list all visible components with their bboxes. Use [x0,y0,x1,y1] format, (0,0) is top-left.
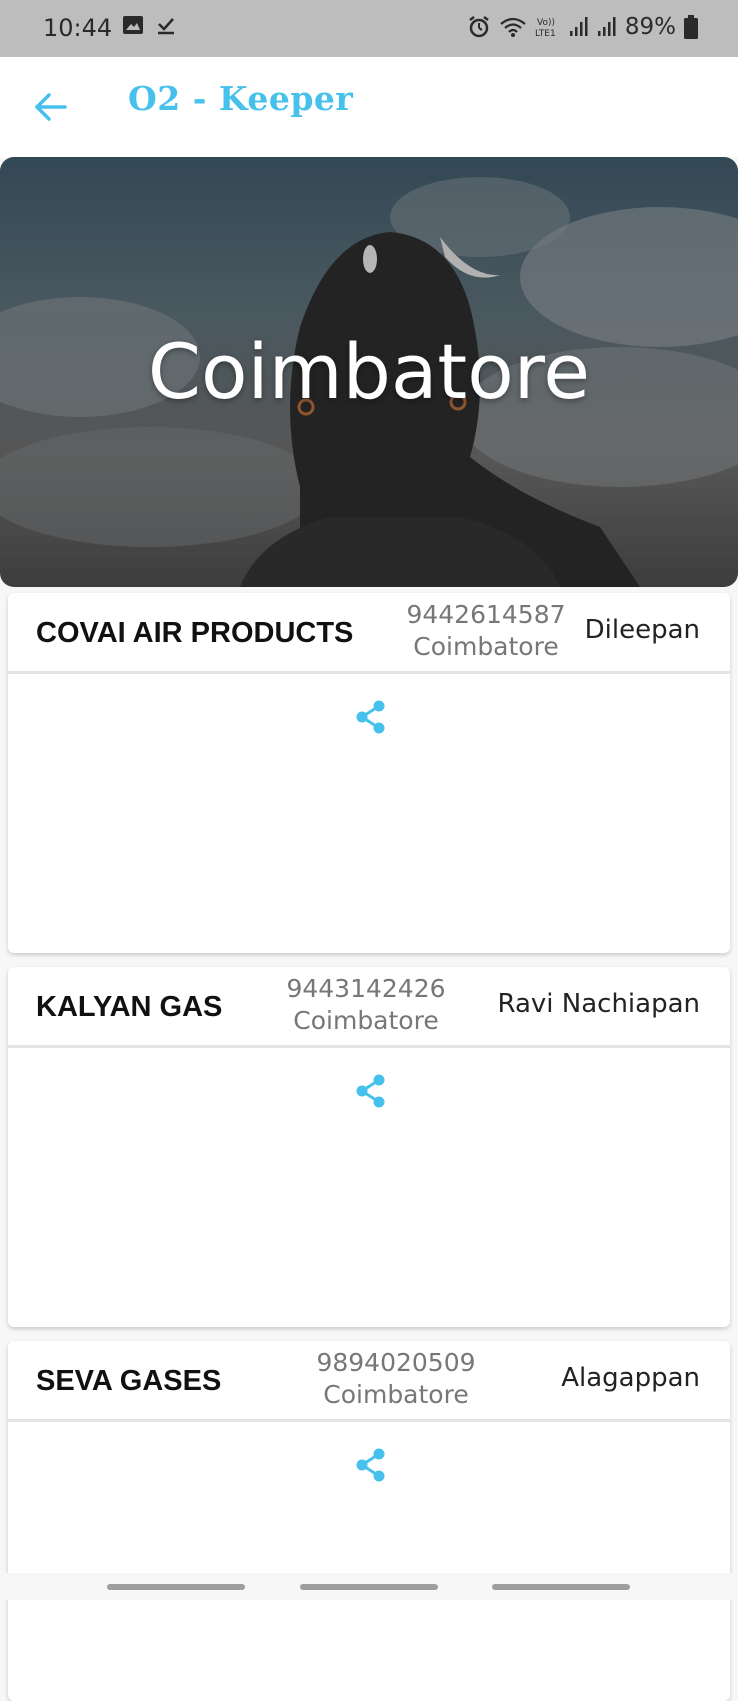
signal-icon [569,17,588,36]
share-icon [356,700,385,734]
battery-percent: 89% [624,14,676,40]
supplier-card-header: SEVA GASES 9894020509 Coimbatore Alagapp… [8,1341,730,1422]
supplier-name: COVAI AIR PRODUCTS [36,617,354,649]
status-left-icons [122,15,176,35]
supplier-contact-block: 9442614587 Coimbatore [396,599,576,663]
wifi-icon [500,17,526,37]
supplier-card[interactable]: SEVA GASES 9894020509 Coimbatore Alagapp… [8,1341,730,1701]
status-right-icons: Vo)) LTE1 89% [467,14,698,40]
supplier-card[interactable]: KALYAN GAS 9443142426 Coimbatore Ravi Na… [8,967,730,1327]
share-icon [356,1448,385,1482]
supplier-name: SEVA GASES [36,1365,222,1397]
share-button[interactable] [351,697,391,737]
supplier-phone[interactable]: 9894020509 [306,1347,486,1379]
supplier-contact-person: Alagappan [561,1363,700,1393]
supplier-city: Coimbatore [413,632,559,661]
signal-icon-2 [597,17,616,36]
supplier-contact-person: Dileepan [584,615,700,645]
city-title: Coimbatore [147,327,591,416]
supplier-contact-block: 9443142426 Coimbatore [276,973,456,1037]
supplier-contact-block: 9894020509 Coimbatore [306,1347,486,1411]
nav-home-button[interactable] [300,1584,438,1590]
share-button[interactable] [351,1445,391,1485]
nav-back-button[interactable] [492,1584,630,1590]
arrow-left-icon [35,93,67,121]
alarm-icon [469,16,489,38]
system-nav-bar [0,1573,738,1600]
supplier-city: Coimbatore [293,1006,439,1035]
status-time: 10:44 [43,14,113,42]
nav-recents-button[interactable] [107,1584,245,1590]
supplier-card-header: KALYAN GAS 9443142426 Coimbatore Ravi Na… [8,967,730,1048]
city-hero-banner: Coimbatore [0,157,738,587]
svg-text:Vo)): Vo)) [537,18,555,28]
battery-icon [684,15,698,39]
supplier-phone[interactable]: 9443142426 [276,973,456,1005]
svg-text:LTE1: LTE1 [535,29,556,39]
volte-icon: Vo)) LTE1 [535,18,556,39]
supplier-name: KALYAN GAS [36,991,223,1023]
supplier-card[interactable]: COVAI AIR PRODUCTS 9442614587 Coimbatore… [8,593,730,953]
app-bar: O2 - Keeper [0,57,738,157]
check-download-icon [158,18,174,35]
share-icon [356,1074,385,1108]
supplier-phone[interactable]: 9442614587 [396,599,576,631]
image-icon [123,16,143,34]
app-title: O2 - Keeper [128,79,354,118]
status-bar: 10:44 Vo)) LTE1 89% [0,0,738,57]
share-button[interactable] [351,1071,391,1111]
supplier-contact-person: Ravi Nachiapan [497,989,700,1019]
back-button[interactable] [30,87,70,127]
supplier-card-header: COVAI AIR PRODUCTS 9442614587 Coimbatore… [8,593,730,674]
supplier-city: Coimbatore [323,1380,469,1409]
